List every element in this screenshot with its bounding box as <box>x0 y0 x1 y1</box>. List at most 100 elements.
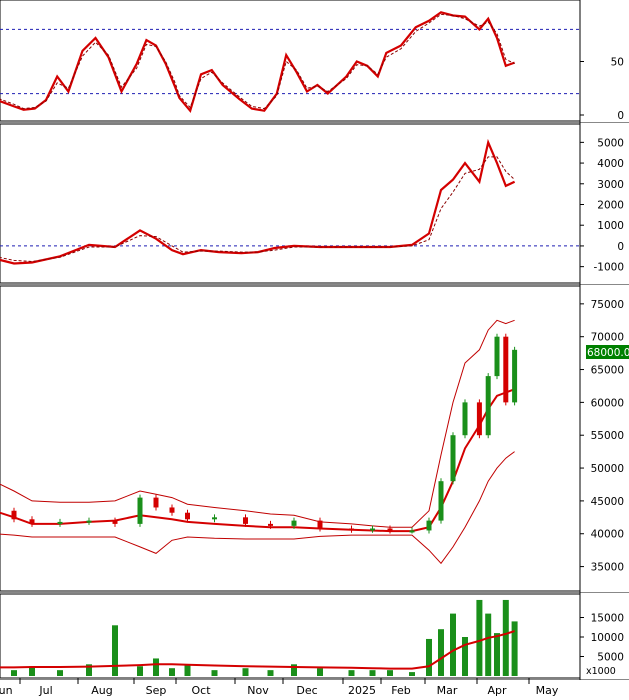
candle-body <box>476 402 482 436</box>
bollinger-upper <box>0 319 515 528</box>
y-tick-label: 50000 <box>591 463 624 475</box>
candle-body <box>153 497 159 508</box>
volume-bar <box>211 670 218 676</box>
y-tick-label: 75000 <box>591 299 624 311</box>
y-tick-label: 55000 <box>591 430 624 442</box>
bollinger-middle <box>0 388 515 533</box>
volume-unit-label: x1000 <box>586 666 616 677</box>
y-tick-label: 1000 <box>597 220 624 232</box>
month-label: Feb <box>391 684 410 696</box>
month-label: Dec <box>296 684 317 696</box>
candle-body <box>11 510 17 520</box>
volume-bar <box>462 637 468 676</box>
candle-body <box>86 520 92 523</box>
volume-bar <box>112 625 118 676</box>
y-tick-label: 15000 <box>591 613 624 625</box>
panel-momentum <box>0 138 580 265</box>
y-tick-label: 60000 <box>591 397 624 409</box>
current-price-label: 68000.00 <box>587 347 629 359</box>
panel-volume <box>0 599 518 676</box>
y-tick-label: 35000 <box>591 562 624 574</box>
signal-line <box>0 156 515 263</box>
y-tick-label: 40000 <box>591 529 624 541</box>
candle-body <box>317 520 323 529</box>
candle-body <box>349 528 354 531</box>
panels-layer <box>0 0 629 680</box>
candle-body <box>169 507 175 513</box>
candle-body <box>370 528 375 531</box>
volume-bar <box>369 670 376 676</box>
volume-bar <box>153 658 159 676</box>
volume-bar <box>426 638 432 676</box>
y-tick-label: 5000 <box>597 652 624 664</box>
y-tick-label: 50 <box>611 57 624 69</box>
y-tick-label: 3000 <box>597 179 624 191</box>
panel-frame <box>0 123 581 284</box>
candle-body <box>409 530 415 533</box>
volume-bar <box>494 633 500 676</box>
candle-body <box>426 520 432 531</box>
y-tick-label: 2000 <box>597 200 624 212</box>
marks-layer <box>0 11 580 676</box>
candle-body <box>485 376 491 436</box>
signal-line <box>0 13 515 110</box>
y-tick-label: -1000 <box>593 262 624 274</box>
candle-body <box>243 517 248 524</box>
month-label: Oct <box>191 684 211 696</box>
month-label: 2025 <box>348 684 376 696</box>
candle-body <box>387 528 393 531</box>
month-label: Jun <box>0 684 13 696</box>
volume-bar <box>348 670 355 676</box>
candle-body <box>438 481 444 521</box>
y-tick-label: 5000 <box>597 137 624 149</box>
volume-bar <box>450 613 456 676</box>
labels-layer: 0 50 -1000 0 1000 2000 3000 4000 5000 35000 40000 4… <box>0 57 624 698</box>
y-tick-label: 0 <box>617 110 624 122</box>
y-tick-label: 45000 <box>591 496 624 508</box>
volume-bar <box>11 670 17 676</box>
month-label: Sep <box>146 684 167 696</box>
volume-bar <box>267 670 274 676</box>
candle-body <box>494 336 500 377</box>
volume-bar <box>409 672 415 676</box>
volume-average-line <box>0 630 515 670</box>
candle-body <box>503 336 509 403</box>
volume-bar <box>242 668 249 676</box>
month-label: Nov <box>247 684 269 696</box>
candle-body <box>212 517 217 520</box>
candle-body <box>29 519 35 524</box>
current-price-badge: 68000.00 <box>586 345 629 359</box>
volume-bar <box>476 599 483 676</box>
stock-chart: 0 50 -1000 0 1000 2000 3000 4000 5000 35000 40000 4… <box>0 0 629 698</box>
volume-bar <box>317 668 323 676</box>
volume-bar <box>438 629 444 676</box>
volume-bar <box>502 599 509 676</box>
indicator-line <box>0 11 515 113</box>
panel-frame <box>0 285 581 592</box>
candle-body <box>291 520 297 526</box>
month-label: Aug <box>91 684 112 696</box>
month-label: Jul <box>38 684 52 696</box>
volume-bar <box>57 670 63 676</box>
candle-body <box>112 520 118 524</box>
candle-body <box>268 523 273 526</box>
chart-canvas: 0 50 -1000 0 1000 2000 3000 4000 5000 35000 40000 4… <box>0 0 629 698</box>
volume-bar <box>169 668 175 676</box>
candle-body <box>512 349 518 403</box>
volume-bar <box>485 613 492 676</box>
volume-bar <box>511 621 518 676</box>
volume-bar <box>184 664 191 676</box>
y-tick-label: 10000 <box>591 632 624 644</box>
bollinger-lower <box>0 451 515 565</box>
candle-body <box>137 497 143 524</box>
panel-price <box>0 319 518 565</box>
y-tick-label: 65000 <box>591 365 624 377</box>
volume-bar <box>387 670 393 676</box>
y-tick-label: 0 <box>617 241 624 253</box>
indicator-line <box>0 138 516 265</box>
candle-body <box>185 512 190 520</box>
month-label: Mar <box>437 684 458 696</box>
candle-body <box>462 402 468 436</box>
month-label: Apr <box>487 684 507 696</box>
y-tick-label: 70000 <box>591 332 624 344</box>
